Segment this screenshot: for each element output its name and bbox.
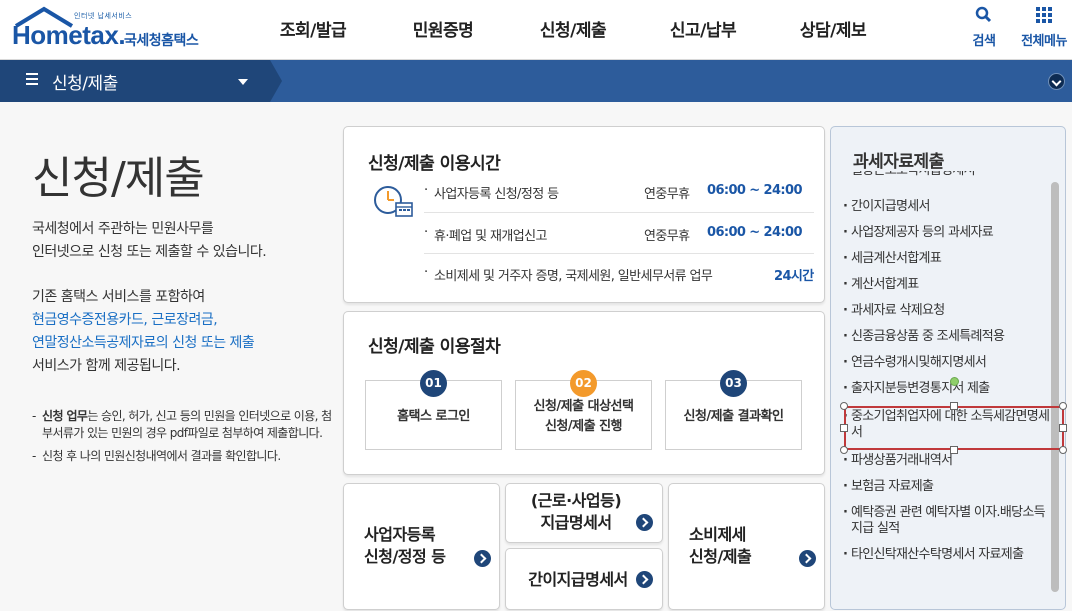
gnb-apply[interactable]: 신청/제출 xyxy=(508,0,638,60)
resize-handle[interactable] xyxy=(950,446,958,454)
all-menu-button[interactable]: 전체메뉴 xyxy=(1014,6,1072,49)
list-item[interactable]: 사업장제공자 등의 과세자료 xyxy=(843,225,1051,241)
caret-down-icon xyxy=(238,79,248,85)
arrow-right-icon xyxy=(474,550,491,567)
resize-handle[interactable] xyxy=(1059,424,1067,432)
logo-wordmark: Hometax. xyxy=(12,20,126,50)
consumption-tax-card[interactable]: 소비제세 신청/제출 xyxy=(668,483,825,610)
selection-box xyxy=(844,406,1064,450)
panel-scrollbar[interactable] xyxy=(1051,182,1059,592)
intro-highlight: 연말정산소득공제자료의 신청 또는 제출 xyxy=(32,335,255,351)
shortcut-label: 사업자등록 신청/정정 등 xyxy=(364,525,446,566)
intro-text: 국세청에서 주관하는 민원사무를 인터넷으로 신청 또는 제출할 수 있습니다.… xyxy=(32,218,332,400)
note-item: 신청 업무는 승인, 허가, 신고 등의 민원을 인터넷으로 이용, 첨부서류가… xyxy=(32,408,332,442)
global-nav: 조회/발급 민원증명 신청/제출 신고/납부 상담/제보 xyxy=(248,0,898,60)
panel-title: 과세자료제출 xyxy=(853,152,944,172)
clock-calendar-icon xyxy=(372,183,414,219)
resize-handle[interactable] xyxy=(840,424,848,432)
grid-menu-icon xyxy=(1014,6,1072,30)
hometax-logo[interactable]: 인터넷 납세서비스 Hometax. 국세청홈택스 xyxy=(10,6,220,52)
shortcut-label: 간이지급명세서 xyxy=(528,570,628,589)
simple-statement-card[interactable]: 간이지급명세서 xyxy=(505,548,663,610)
gnb-certificate[interactable]: 민원증명 xyxy=(378,0,508,60)
business-registration-card[interactable]: 사업자등록 신청/정정 등 xyxy=(343,483,500,610)
usage-hours-card: 신청/제출 이용시간 · 사업자등록 신청/정정 등 연중무휴 06:00 ~ … xyxy=(343,126,825,303)
intro-line: 인터넷으로 신청 또는 제출할 수 있습니다. xyxy=(32,244,267,260)
list-item[interactable]: 보험금 자료제출 xyxy=(843,479,1051,495)
list-item[interactable]: 세금계산서합계표 xyxy=(843,251,1051,267)
gnb-inquiry[interactable]: 조회/발급 xyxy=(248,0,378,60)
notes-list: 신청 업무는 승인, 허가, 신고 등의 민원을 인터넷으로 이용, 첨부서류가… xyxy=(32,408,332,471)
sub-navigation-bar: 신청/제출 xyxy=(0,60,1072,102)
list-item[interactable]: 연금수령개시및해지명세서 xyxy=(843,355,1051,371)
page-title: 신청/제출 xyxy=(32,153,205,204)
hours-title: 신청/제출 이용시간 xyxy=(368,154,501,174)
list-item[interactable]: 신종금융상품 중 조세특례적용 xyxy=(843,329,1051,345)
resize-handle[interactable] xyxy=(1059,402,1067,410)
shortcut-label: (근로·사업등) 지급명세서 xyxy=(530,491,622,532)
section-dropdown[interactable]: 신청/제출 xyxy=(0,60,282,102)
note-item: 신청 후 나의 민원신청내역에서 결과를 확인합니다. xyxy=(32,448,332,465)
usage-process-card: 신청/제출 이용절차 홈택스 로그인 01 신청/제출 대상선택 신청/제출 진행… xyxy=(343,311,825,475)
gnb-counsel[interactable]: 상담/제보 xyxy=(768,0,898,60)
arrow-right-icon xyxy=(636,571,653,588)
search-label: 검색 xyxy=(972,34,996,49)
resize-handle[interactable] xyxy=(950,402,958,410)
all-menu-label: 전체메뉴 xyxy=(1021,34,1067,49)
process-title: 신청/제출 이용절차 xyxy=(368,337,501,357)
list-item[interactable]: 일용근로소득지급명세서 xyxy=(843,171,1051,179)
resize-handle[interactable] xyxy=(840,402,848,410)
list-item[interactable]: 간이지급명세서 xyxy=(843,199,1051,215)
list-item[interactable]: 타인신탁재산수탁명세서 자료제출 xyxy=(843,547,1051,563)
tax-data-list: 일용근로소득지급명세서 간이지급명세서 사업장제공자 등의 과세자료 세금계산서… xyxy=(841,171,1051,607)
divider xyxy=(424,212,814,213)
resize-handle[interactable] xyxy=(840,446,848,454)
expand-chevron-icon[interactable] xyxy=(1048,73,1065,90)
list-item[interactable]: 예탁증권 관련 예탁자별 이자.배당소득 지급 실적 xyxy=(843,505,1051,537)
list-item[interactable]: 과세자료 삭제요청 xyxy=(843,303,1051,319)
step-number-badge: 02 xyxy=(570,370,597,397)
search-icon xyxy=(954,6,1014,30)
wage-statement-card[interactable]: (근로·사업등) 지급명세서 xyxy=(505,483,663,543)
hamburger-icon xyxy=(26,73,38,87)
section-title: 신청/제출 xyxy=(52,74,118,94)
intro-line: 기존 홈택스 서비스를 포함하여 xyxy=(32,289,205,305)
intro-line: 서비스가 함께 제공됩니다. xyxy=(32,358,181,374)
rotation-handle[interactable] xyxy=(950,377,959,386)
arrow-right-icon xyxy=(799,550,816,567)
divider xyxy=(424,253,814,254)
hours-row: · 사업자등록 신청/정정 등 연중무휴 06:00 ~ 24:00 xyxy=(424,183,803,202)
list-item[interactable]: 파생상품거래내역서 xyxy=(843,453,1051,469)
step-number-badge: 03 xyxy=(720,370,747,397)
arrow-right-icon xyxy=(636,514,653,531)
top-header: 인터넷 납세서비스 Hometax. 국세청홈택스 조회/발급 민원증명 신청/… xyxy=(0,0,1072,60)
tax-data-submission-panel: 과세자료제출 일용근로소득지급명세서 간이지급명세서 사업장제공자 등의 과세자… xyxy=(830,126,1066,610)
search-button[interactable]: 검색 xyxy=(954,6,1014,49)
resize-handle[interactable] xyxy=(1059,446,1067,454)
hours-row: · 소비제세 및 거주자 증명, 국제세원, 일반세무서류 업무 24시간 xyxy=(424,265,814,284)
hours-row: · 휴·폐업 및 재개업신고 연중무휴 06:00 ~ 24:00 xyxy=(424,225,803,244)
intro-highlight: 현금영수증전용카드, 근로장려금, xyxy=(32,312,218,328)
logo-korean: 국세청홈택스 xyxy=(124,33,199,49)
list-item[interactable]: 계산서합계표 xyxy=(843,277,1051,293)
step-number-badge: 01 xyxy=(420,370,447,397)
shortcut-label: 소비제세 신청/제출 xyxy=(689,525,752,566)
gnb-report-pay[interactable]: 신고/납부 xyxy=(638,0,768,60)
intro-line: 국세청에서 주관하는 민원사무를 xyxy=(32,221,214,237)
